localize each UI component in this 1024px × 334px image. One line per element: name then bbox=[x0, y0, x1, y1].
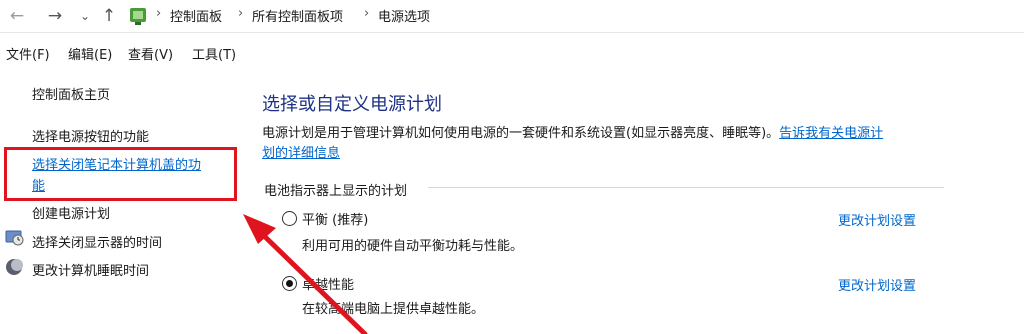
breadcrumb-control-panel[interactable]: 控制面板 bbox=[170, 6, 222, 25]
group-divider bbox=[428, 187, 944, 188]
up-arrow-icon[interactable]: ↑ bbox=[98, 5, 120, 27]
description: 电源计划是用于管理计算机如何使用电源的一套硬件和系统设置(如显示器亮度、睡眠等)… bbox=[262, 124, 952, 164]
recent-dropdown-icon[interactable]: ⌄ bbox=[74, 5, 96, 27]
control-panel-icon bbox=[130, 8, 146, 25]
menu-file[interactable]: 文件(F) bbox=[6, 44, 50, 63]
plan-ultimate-radio[interactable] bbox=[282, 276, 297, 291]
page-title: 选择或自定义电源计划 bbox=[262, 94, 442, 115]
plan-balanced-change-settings-link[interactable]: 更改计划设置 bbox=[838, 210, 916, 229]
display-off-time-link[interactable]: 选择关闭显示器的时间 bbox=[32, 232, 162, 251]
lid-close-function-link-line2[interactable]: 能 bbox=[32, 175, 45, 194]
plan-ultimate-description: 在较高端电脑上提供卓越性能。 bbox=[302, 302, 485, 317]
moon-icon bbox=[6, 259, 23, 275]
group-label: 电池指示器上显示的计划 bbox=[264, 184, 408, 199]
plan-ultimate-change-settings-link[interactable]: 更改计划设置 bbox=[838, 275, 916, 294]
plan-ultimate-name[interactable]: 卓越性能 bbox=[302, 274, 354, 293]
breadcrumb-separator: › bbox=[238, 6, 244, 21]
learn-more-link-continued[interactable]: 划的详细信息 bbox=[262, 146, 340, 161]
breadcrumb-separator: › bbox=[364, 6, 370, 21]
plan-balanced-radio[interactable] bbox=[282, 211, 297, 226]
plan-balanced-description: 利用可用的硬件自动平衡功耗与性能。 bbox=[302, 239, 524, 254]
breadcrumb-power-options[interactable]: 电源选项 bbox=[378, 6, 430, 25]
menu-tools[interactable]: 工具(T) bbox=[192, 44, 236, 63]
description-text: 电源计划是用于管理计算机如何使用电源的一套硬件和系统设置(如显示器亮度、睡眠等)… bbox=[262, 126, 780, 141]
learn-more-link[interactable]: 告诉我有关电源计 bbox=[779, 126, 883, 141]
menu-view[interactable]: 查看(V) bbox=[128, 44, 173, 63]
forward-arrow-icon[interactable]: → bbox=[44, 5, 66, 27]
menu-bar: 文件(F) 编辑(E) 查看(V) 工具(T) bbox=[0, 34, 1024, 68]
address-bar: ← → ⌄ ↑ › 控制面板 › 所有控制面板项 › 电源选项 bbox=[0, 0, 1024, 33]
sleep-time-link[interactable]: 更改计算机睡眠时间 bbox=[32, 260, 149, 279]
power-button-function-link[interactable]: 选择电源按钮的功能 bbox=[32, 126, 149, 145]
create-power-plan-link[interactable]: 创建电源计划 bbox=[32, 203, 110, 222]
plan-balanced-name[interactable]: 平衡 (推荐) bbox=[302, 209, 368, 228]
control-panel-home-link[interactable]: 控制面板主页 bbox=[32, 84, 110, 103]
menu-edit[interactable]: 编辑(E) bbox=[68, 44, 112, 63]
lid-close-function-link-line1[interactable]: 选择关闭笔记本计算机盖的功 bbox=[32, 154, 201, 173]
monitor-clock-icon bbox=[5, 230, 24, 246]
breadcrumb-all-items[interactable]: 所有控制面板项 bbox=[252, 6, 343, 25]
breadcrumb-separator: › bbox=[156, 6, 162, 21]
back-arrow-icon[interactable]: ← bbox=[6, 5, 28, 27]
